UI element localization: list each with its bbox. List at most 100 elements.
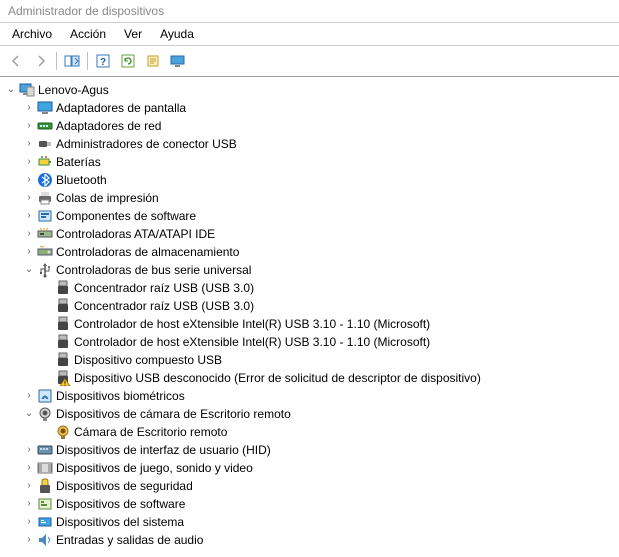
system-icon [36,514,54,530]
tree-device[interactable]: Dispositivo compuesto USB [4,351,619,369]
hid-icon [36,442,54,458]
tree-category-label: Controladoras de bus serie universal [54,261,251,279]
help-icon: ? [96,54,110,68]
tree-device[interactable]: Cámara de Escritorio remoto [4,423,619,441]
tree-category[interactable]: ⌄ Dispositivos de cámara de Escritorio r… [4,405,619,423]
tree-category-label: Baterías [54,153,101,171]
tree-device[interactable]: Concentrador raíz USB (USB 3.0) [4,297,619,315]
usb-plug-icon [54,280,72,296]
tree-device-label: Dispositivo USB desconocido (Error de so… [72,369,481,387]
tree-device-label: Controlador de host eXtensible Intel(R) … [72,333,430,351]
toolbar-back-button[interactable] [4,49,28,73]
menu-ver[interactable]: Ver [116,25,150,43]
toolbar-properties-button[interactable] [141,49,165,73]
tree-category[interactable]: › Adaptadores de red [4,117,619,135]
usb-plug-icon [54,352,72,368]
tree-category[interactable]: › Controladoras ATA/ATAPI IDE [4,225,619,243]
toolbar-separator [56,52,57,70]
tree-category[interactable]: › Dispositivos de seguridad [4,477,619,495]
tree-expander[interactable]: › [22,459,36,477]
tree-category[interactable]: › Administradores de conector USB [4,135,619,153]
tree-expander[interactable]: ⌄ [4,81,18,99]
tree-expander[interactable]: › [22,207,36,225]
tree-category[interactable]: ⌄ Controladoras de bus serie universal [4,261,619,279]
tree-root[interactable]: ⌄ Lenovo-Agus [4,81,619,99]
tree-root-label: Lenovo-Agus [36,81,109,99]
toolbar-up-button[interactable] [60,49,84,73]
usb-plug-icon [54,298,72,314]
tree-device-label: Controlador de host eXtensible Intel(R) … [72,315,430,333]
toolbar-monitor-button[interactable] [166,49,190,73]
tree-category[interactable]: › Baterías [4,153,619,171]
tree-expander[interactable]: › [22,225,36,243]
arrow-right-icon [34,54,48,68]
menu-archivo[interactable]: Archivo [4,25,60,43]
device-tree[interactable]: ⌄ Lenovo-Agus › Adaptadores de pantalla … [0,77,619,549]
tree-category-label: Entradas y salidas de audio [54,531,203,549]
audio-icon [36,532,54,548]
toolbar-help-button[interactable]: ? [91,49,115,73]
menu-accion[interactable]: Acción [62,25,114,43]
window-title: Administrador de dispositivos [0,0,619,23]
software-icon [36,208,54,224]
tree-category[interactable]: › Dispositivos biométricos [4,387,619,405]
biometric-icon [36,388,54,404]
toolbar-separator [87,52,88,70]
usb-plug-icon [54,316,72,332]
tree-category[interactable]: › Colas de impresión [4,189,619,207]
battery-icon [36,154,54,170]
tree-expander[interactable]: › [22,387,36,405]
usb-plug-icon [54,334,72,350]
bluetooth-icon [36,172,54,188]
tree-expander[interactable]: › [22,153,36,171]
tree-expander[interactable]: › [22,477,36,495]
tree-category[interactable]: › Dispositivos de juego, sonido y video [4,459,619,477]
tree-device-label: Dispositivo compuesto USB [72,351,222,369]
tree-device[interactable]: Controlador de host eXtensible Intel(R) … [4,333,619,351]
tree-category-label: Dispositivos de software [54,495,185,513]
tree-device[interactable]: Concentrador raíz USB (USB 3.0) [4,279,619,297]
tree-category[interactable]: › Bluetooth [4,171,619,189]
panel-arrow-icon [64,54,80,68]
tree-expander[interactable]: › [22,189,36,207]
usb-warn-icon [54,370,72,386]
tree-category-label: Controladoras ATA/ATAPI IDE [54,225,215,243]
tree-expander[interactable]: › [22,531,36,549]
tree-expander[interactable]: ⌄ [22,405,36,423]
tree-category[interactable]: › Controladoras de almacenamiento [4,243,619,261]
tree-expander[interactable]: › [22,117,36,135]
tree-category[interactable]: › Componentes de software [4,207,619,225]
media-icon [36,460,54,476]
tree-device[interactable]: Dispositivo USB desconocido (Error de so… [4,369,619,387]
soft-device-icon [36,496,54,512]
display-icon [36,100,54,116]
tree-device-label: Concentrador raíz USB (USB 3.0) [72,279,254,297]
toolbar-forward-button[interactable] [29,49,53,73]
tree-expander[interactable]: › [22,441,36,459]
tree-category[interactable]: › Dispositivos del sistema [4,513,619,531]
tree-expander[interactable]: ⌄ [22,261,36,279]
security-icon [36,478,54,494]
tree-category-label: Dispositivos de seguridad [54,477,193,495]
tree-expander[interactable]: › [22,495,36,513]
tree-category[interactable]: › Dispositivos de software [4,495,619,513]
tree-category-label: Bluetooth [54,171,107,189]
tree-device[interactable]: Controlador de host eXtensible Intel(R) … [4,315,619,333]
menu-ayuda[interactable]: Ayuda [152,25,202,43]
tree-expander[interactable]: › [22,171,36,189]
svg-text:?: ? [100,57,106,68]
tree-category-label: Dispositivos de interfaz de usuario (HID… [54,441,271,459]
tree-category[interactable]: › Entradas y salidas de audio [4,531,619,549]
tree-expander[interactable]: › [22,99,36,117]
tree-device-label: Concentrador raíz USB (USB 3.0) [72,297,254,315]
tree-category[interactable]: › Dispositivos de interfaz de usuario (H… [4,441,619,459]
ide-icon [36,226,54,242]
tree-category[interactable]: › Adaptadores de pantalla [4,99,619,117]
tree-category-label: Controladoras de almacenamiento [54,243,239,261]
toolbar-refresh-button[interactable] [116,49,140,73]
tree-expander[interactable]: › [22,513,36,531]
tree-expander[interactable]: › [22,135,36,153]
tree-device-label: Cámara de Escritorio remoto [72,423,227,441]
network-icon [36,118,54,134]
tree-expander[interactable]: › [22,243,36,261]
